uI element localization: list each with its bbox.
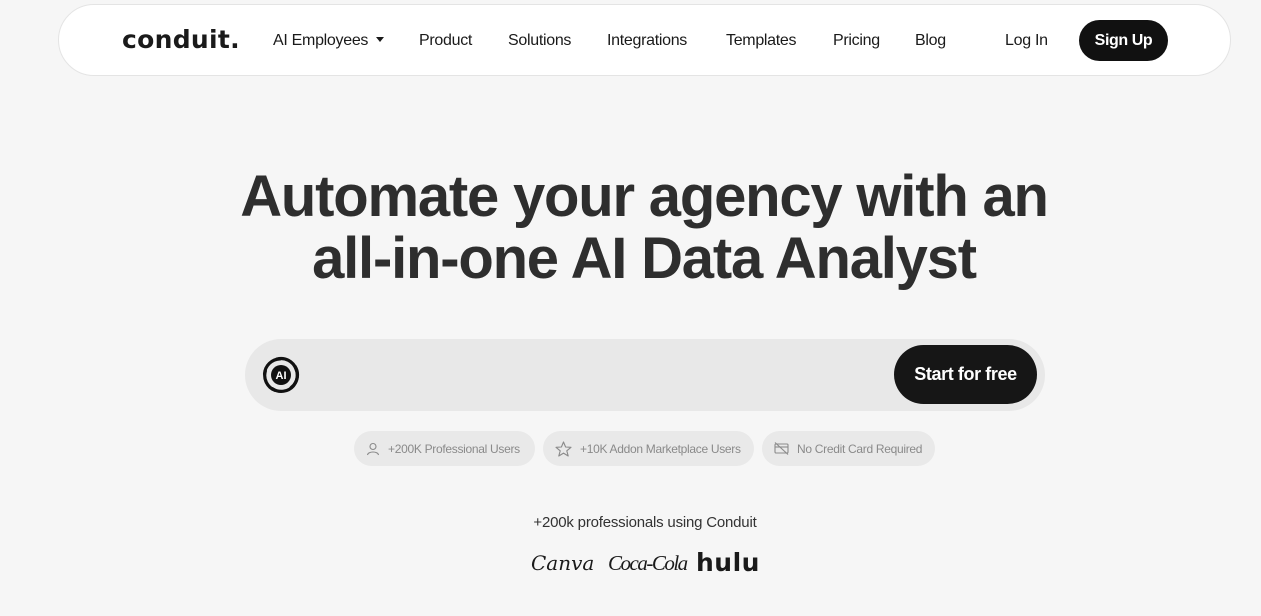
nav-ai-employees[interactable]: AI Employees [273, 32, 385, 50]
star-icon [555, 440, 572, 457]
badge-professional-users-label: +200K Professional Users [388, 441, 520, 456]
nav-product[interactable]: Product [419, 32, 472, 50]
ai-swirl-icon: AI [262, 356, 300, 393]
prompt-input[interactable] [315, 355, 885, 395]
nav-pricing[interactable]: Pricing [833, 32, 880, 50]
nav-ai-employees-label: AI Employees [273, 32, 369, 49]
badge-addon-users: +10K Addon Marketplace Users [543, 431, 754, 466]
chevron-down-icon [376, 37, 385, 42]
nav-blog[interactable]: Blog [915, 32, 946, 50]
nav-integrations[interactable]: Integrations [607, 32, 687, 50]
login-link[interactable]: Log In [1005, 32, 1048, 50]
hulu-logo: hulu [696, 548, 760, 577]
no-card-icon [774, 442, 789, 455]
badge-no-credit-card-label: No Credit Card Required [797, 441, 923, 456]
hero-headline-line1: Automate your agency with an [240, 164, 1049, 229]
signup-button[interactable]: Sign Up [1079, 20, 1168, 61]
start-for-free-button[interactable]: Start for free [894, 345, 1037, 404]
hero-headline: Automate your agency with an all-in-one … [0, 166, 1261, 290]
badge-professional-users: +200K Professional Users [354, 431, 535, 466]
user-icon [366, 442, 380, 455]
coca-cola-logo: Coca-Cola [608, 551, 688, 575]
nav-templates[interactable]: Templates [726, 32, 797, 50]
prompt-bar: AI Start for free [245, 339, 1045, 411]
badge-no-credit-card: No Credit Card Required [762, 431, 935, 466]
canva-logo: Canva [531, 551, 595, 575]
svg-text:AI: AI [276, 370, 287, 382]
hero-headline-line2: all-in-one AI Data Analyst [312, 226, 977, 291]
social-proof-text: +200k professionals using Conduit [533, 514, 757, 531]
badge-addon-users-label: +10K Addon Marketplace Users [580, 441, 741, 456]
conduit-logo[interactable]: conduit. [122, 25, 240, 54]
nav-solutions[interactable]: Solutions [508, 32, 571, 50]
top-navbar: conduit. AI Employees Product Solutions … [58, 4, 1231, 76]
